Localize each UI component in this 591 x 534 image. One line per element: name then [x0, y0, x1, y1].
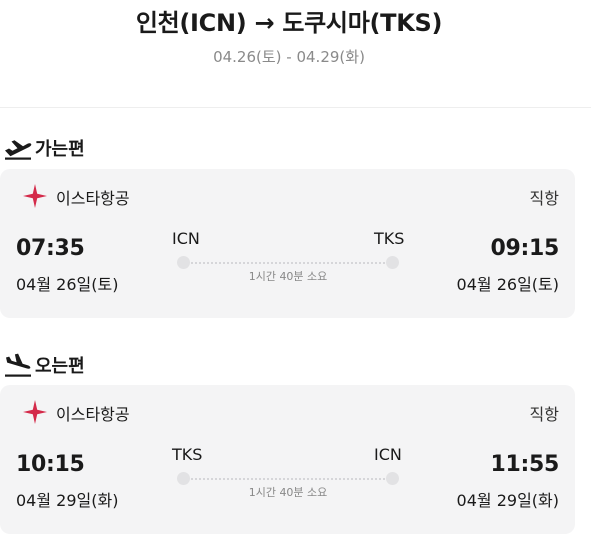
departure-date: 04월 26일(토) [16, 275, 119, 294]
airline-name: 이스타항공 [56, 189, 130, 208]
arrival-date: 04월 26일(토) [456, 275, 559, 294]
flight-duration: 1시간 40분 소요 [248, 486, 328, 499]
eastar-jet-logo [22, 183, 48, 209]
arrival-time: 11:55 [490, 452, 559, 477]
airline-name: 이스타항공 [56, 405, 130, 424]
flight-type-badge: 직항 [529, 189, 559, 208]
flight-duration: 1시간 40분 소요 [248, 270, 328, 283]
airplane-landing-icon [3, 353, 33, 377]
departure-airport-code: ICN [172, 229, 200, 248]
eastar-jet-logo [22, 399, 48, 425]
outbound-label: 가는편 [35, 139, 85, 160]
airplane-takeoff-icon [3, 136, 33, 160]
departure-time: 10:15 [16, 452, 85, 477]
outbound-section-header: 가는편 [3, 134, 85, 162]
departure-time: 07:35 [16, 236, 85, 261]
arrival-airport-code: TKS [374, 229, 405, 248]
route-line [184, 262, 392, 264]
outbound-flight-card[interactable]: 이스타항공 직항 07:35 04월 26일(토) ICN TKS 1시간 40… [0, 169, 575, 318]
departure-date: 04월 29일(화) [16, 491, 119, 510]
arrival-time: 09:15 [490, 236, 559, 261]
route-title: 인천(ICN) → 도쿠시마(TKS) [135, 9, 443, 37]
flight-type-badge: 직항 [529, 405, 559, 424]
inbound-section-header: 오는편 [3, 351, 85, 379]
arrival-date: 04월 29일(화) [456, 491, 559, 510]
inbound-label: 오는편 [35, 356, 85, 377]
inbound-flight-card[interactable]: 이스타항공 직항 10:15 04월 29일(화) TKS ICN 1시간 40… [0, 385, 575, 534]
trip-date-range: 04.26(토) - 04.29(화) [213, 48, 365, 66]
trip-header: 인천(ICN) → 도쿠시마(TKS) 04.26(토) - 04.29(화) [0, 0, 591, 108]
route-line [184, 478, 392, 480]
arrival-airport-code: ICN [374, 445, 402, 464]
departure-airport-code: TKS [172, 445, 203, 464]
